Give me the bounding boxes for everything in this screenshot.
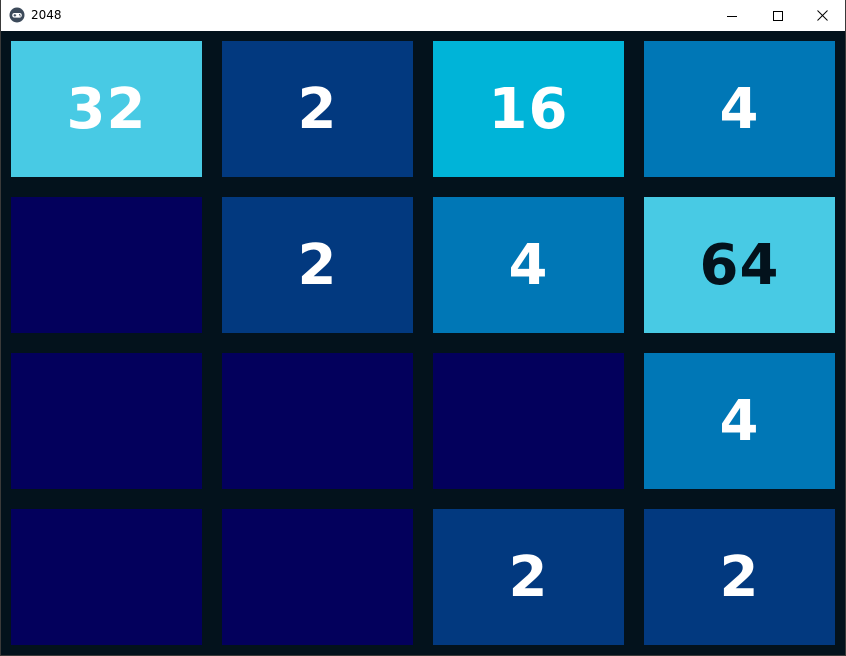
tile-r2-c1	[222, 353, 413, 489]
tile-r0-c1: 2	[222, 41, 413, 177]
tile-r0-c3: 4	[644, 41, 835, 177]
tile-r2-c3: 4	[644, 353, 835, 489]
tile-r0-c2: 16	[433, 41, 624, 177]
maximize-icon	[773, 10, 783, 21]
tile-r3-c2: 2	[433, 509, 624, 645]
game-board[interactable]: 32 2 16 4 2 4 64 4 2 2	[1, 31, 845, 655]
window-title: 2048	[31, 8, 62, 22]
tile-r0-c0: 32	[11, 41, 202, 177]
minimize-button[interactable]	[709, 0, 755, 31]
tile-r1-c1: 2	[222, 197, 413, 333]
tile-r1-c2: 4	[433, 197, 624, 333]
tile-r3-c1	[222, 509, 413, 645]
tile-r2-c0	[11, 353, 202, 489]
tile-r2-c2	[433, 353, 624, 489]
game-window: 2048 32 2 16 4 2 4 64 4 2 2	[0, 0, 846, 656]
tile-r3-c0	[11, 509, 202, 645]
minimize-icon	[727, 15, 737, 17]
gamepad-icon	[9, 7, 25, 23]
title-bar[interactable]: 2048	[1, 0, 845, 31]
tile-r1-c3: 64	[644, 197, 835, 333]
close-icon	[816, 10, 828, 21]
maximize-button[interactable]	[755, 0, 801, 31]
tile-r1-c0	[11, 197, 202, 333]
close-button[interactable]	[799, 0, 845, 31]
tile-r3-c3: 2	[644, 509, 835, 645]
